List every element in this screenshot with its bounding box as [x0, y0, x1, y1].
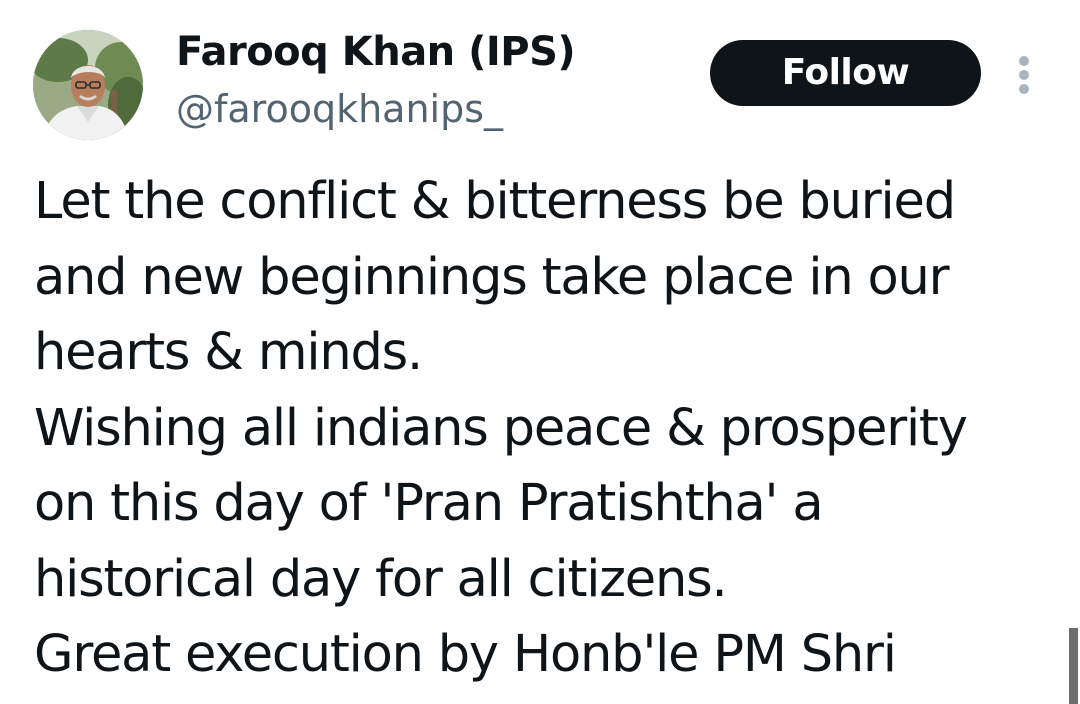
tweet-text: Let the conflict & bitterness be buried … [34, 164, 1064, 693]
tweet-card: Farooq Khan (IPS) @farooqkhanips_ Follow… [0, 0, 1080, 704]
follow-button[interactable]: Follow [710, 40, 981, 106]
author-handle[interactable]: @farooqkhanips_ [176, 86, 503, 132]
tweet-line: and new beginnings take place in our [34, 247, 950, 307]
dot [1019, 56, 1029, 66]
author-display-name[interactable]: Farooq Khan (IPS) [176, 28, 576, 76]
author-avatar[interactable] [33, 30, 143, 140]
more-options-icon[interactable] [1012, 52, 1036, 96]
tweet-line: Wishing all indians peace & prosperity [34, 398, 968, 458]
dot [1019, 70, 1029, 80]
tweet-line: Let the conflict & bitterness be buried [34, 172, 956, 231]
dot [1019, 84, 1029, 94]
avatar-photo-icon [33, 30, 143, 140]
scrollbar-thumb[interactable] [1069, 628, 1078, 704]
tweet-line: on this day of 'Pran Pratishtha' a [34, 474, 824, 533]
tweet-line: Great execution by Honb'le PM Shri [34, 625, 897, 684]
tweet-line: hearts & minds. [34, 323, 423, 382]
tweet-line: historical day for all citizens. [34, 549, 728, 609]
